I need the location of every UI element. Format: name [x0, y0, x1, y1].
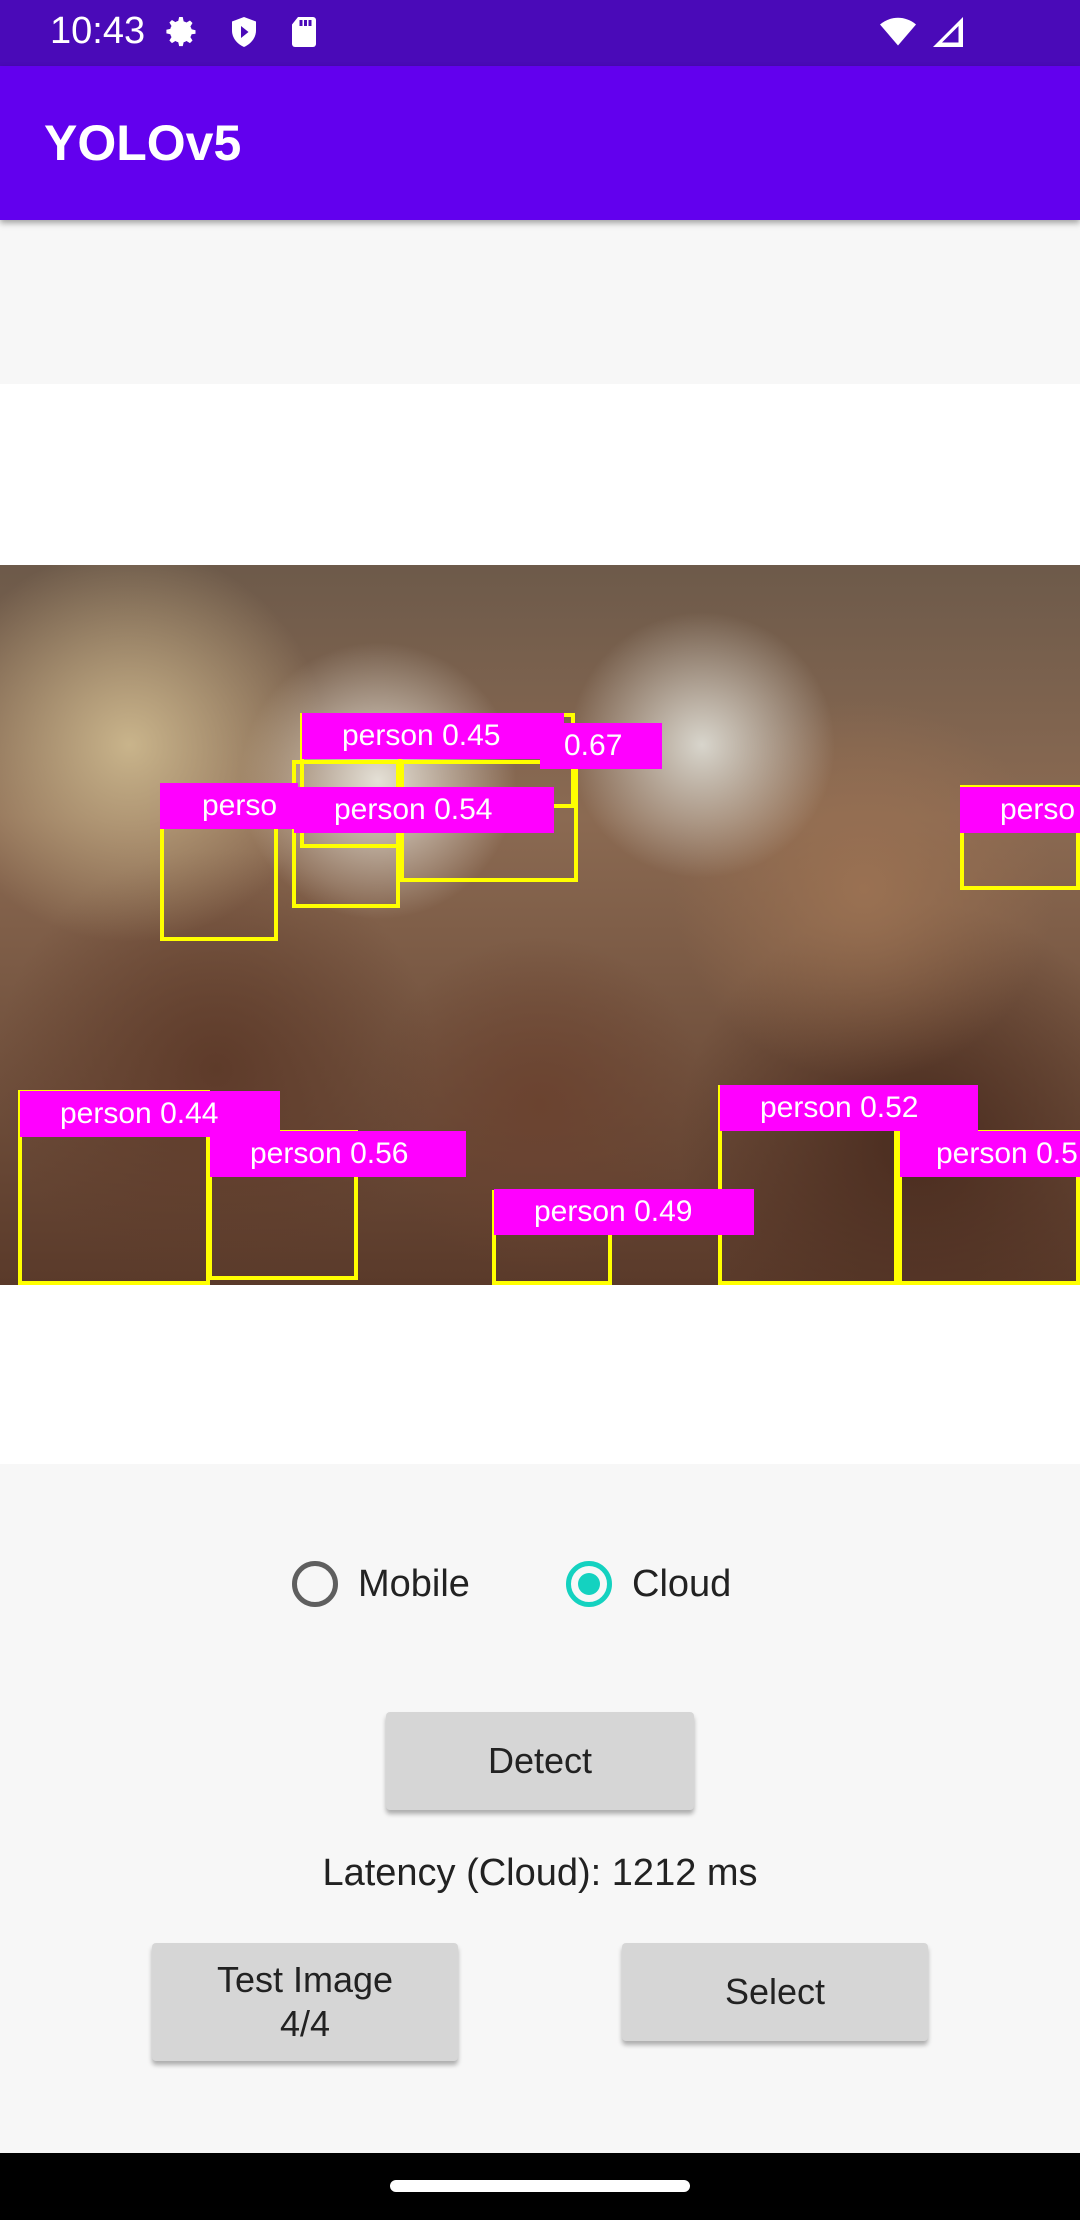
latency-text: Latency (Cloud): 1212 ms — [322, 1852, 758, 1894]
radio-button-checked[interactable] — [566, 1561, 612, 1607]
detect-button[interactable]: Detect — [386, 1712, 694, 1810]
detection-label: person 0.56 — [210, 1131, 466, 1177]
radio-button-unchecked[interactable] — [292, 1561, 338, 1607]
status-time: 10:43 — [50, 10, 146, 52]
test-image-counter: 4/4 — [279, 2003, 331, 2044]
detection-label: person 0.45 — [302, 713, 564, 759]
detection-label: person 0.54 — [294, 787, 554, 833]
shield-icon — [232, 17, 256, 47]
select-button[interactable]: Select — [622, 1943, 928, 2041]
home-gesture-handle[interactable] — [390, 2180, 690, 2192]
detection-label: perso — [960, 787, 1080, 833]
signal-icon — [933, 17, 963, 47]
detection-label: perso — [160, 783, 298, 829]
test-image-button[interactable]: Test Image 4/4 — [152, 1943, 458, 2061]
app-bar: YOLOv5 — [0, 66, 1080, 220]
crowd-photo: 0.67 person 0.45 perso person 0.54 perso… — [0, 565, 1080, 1285]
app-title: YOLOv5 — [44, 115, 242, 171]
detection-label: person 0.52 — [720, 1085, 978, 1131]
status-bar: 10:43 — [0, 0, 1080, 66]
radio-mobile-label: Mobile — [358, 1562, 470, 1605]
sd-card-icon — [292, 17, 316, 47]
detection-label: person 0.5 — [900, 1131, 1080, 1177]
radio-mobile[interactable]: Mobile — [292, 1556, 470, 1612]
radio-cloud[interactable]: Cloud — [566, 1556, 731, 1612]
gear-icon — [166, 17, 196, 47]
radio-cloud-label: Cloud — [632, 1562, 732, 1605]
test-image-label: Test Image — [216, 1959, 394, 2000]
wifi-icon — [880, 17, 916, 46]
mode-radio-group: Mobile Cloud — [0, 1556, 1080, 1612]
navigation-bar — [0, 2153, 1080, 2220]
detection-box — [292, 760, 400, 908]
detection-label: person 0.49 — [494, 1189, 754, 1235]
